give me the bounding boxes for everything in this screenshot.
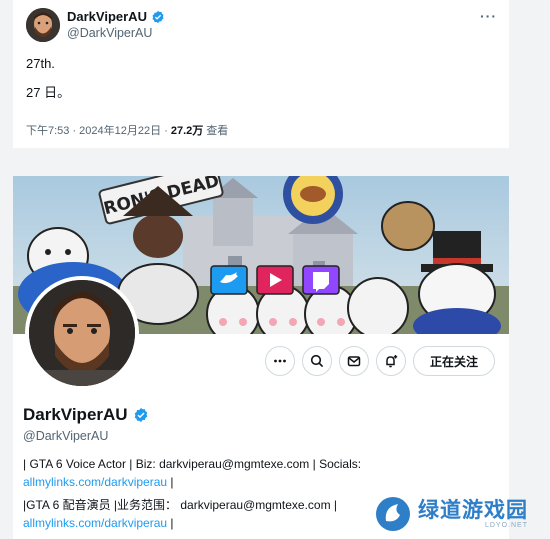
watermark: 绿道游戏园 LDYO.NET (374, 494, 530, 534)
profile-display-name-text: DarkViperAU (23, 405, 128, 424)
tweet-author-name-text[interactable]: DarkViperAU (67, 9, 147, 24)
tweet-text-translation: 27 日。 (26, 85, 71, 100)
watermark-text: 绿道游戏园 LDYO.NET (418, 498, 528, 529)
more-options-button[interactable] (264, 346, 295, 376)
following-button[interactable]: 正在关注 (412, 346, 495, 376)
bio-zh-text: |GTA 6 配音演员 |业务范围： darkviperau@mgmtexe.c… (23, 498, 338, 512)
profile-display-name: DarkViperAU (23, 405, 149, 425)
bio-en-link[interactable]: allmylinks.com/darkviperau (23, 475, 167, 489)
tweet-author-handle[interactable]: @DarkViperAU (67, 26, 152, 40)
watermark-url: LDYO.NET (484, 521, 528, 529)
profile-bio: | GTA 6 Voice Actor | Biz: darkviperau@m… (23, 456, 403, 538)
watermark-title: 绿道游戏园 (418, 498, 528, 522)
profile-handle: @DarkViperAU (23, 429, 109, 443)
notify-button[interactable] (375, 346, 406, 376)
more-horizontal-icon (274, 359, 286, 363)
watermark-logo-icon (376, 497, 410, 531)
profile-avatar[interactable] (25, 276, 139, 390)
tweet-text-line: 27th. (26, 56, 55, 71)
avatar[interactable] (26, 8, 60, 42)
message-icon (347, 356, 361, 367)
tweet-author-name[interactable]: DarkViperAU (67, 9, 165, 24)
bio-en-text: | GTA 6 Voice Actor | Biz: darkviperau@m… (23, 457, 362, 471)
profile-actions: 正在关注 (264, 346, 495, 376)
search-icon (310, 354, 324, 368)
more-horizontal-icon[interactable]: ··· (480, 8, 497, 24)
verified-badge-icon (152, 10, 164, 23)
tweet-meta: 下午7:53 · 2024年12月22日 · 27.2万 查看 (26, 122, 228, 138)
bio-chinese: |GTA 6 配音演员 |业务范围： darkviperau@mgmtexe.c… (23, 497, 403, 532)
profile-card: RON'S DEAD 正在关注 DarkViperAU @DarkViperAU… (13, 176, 509, 539)
bio-zh-suffix: | (167, 515, 174, 530)
views-count: 27.2万 (170, 125, 204, 137)
bio-zh-link[interactable]: allmylinks.com/darkviperau (23, 516, 167, 530)
tweet-card: DarkViperAU @DarkViperAU ··· 27th. 27 日。… (13, 0, 509, 148)
search-button[interactable] (301, 346, 332, 376)
message-button[interactable] (338, 346, 369, 376)
bio-english: | GTA 6 Voice Actor | Biz: darkviperau@m… (23, 456, 403, 491)
tweet-timestamp[interactable]: 下午7:53 · 2024年12月22日 · (26, 122, 168, 138)
notify-plus-icon (386, 355, 398, 368)
bio-en-suffix: | (167, 474, 174, 489)
views-label: 查看 (206, 125, 229, 137)
verified-badge-icon[interactable] (133, 407, 149, 423)
